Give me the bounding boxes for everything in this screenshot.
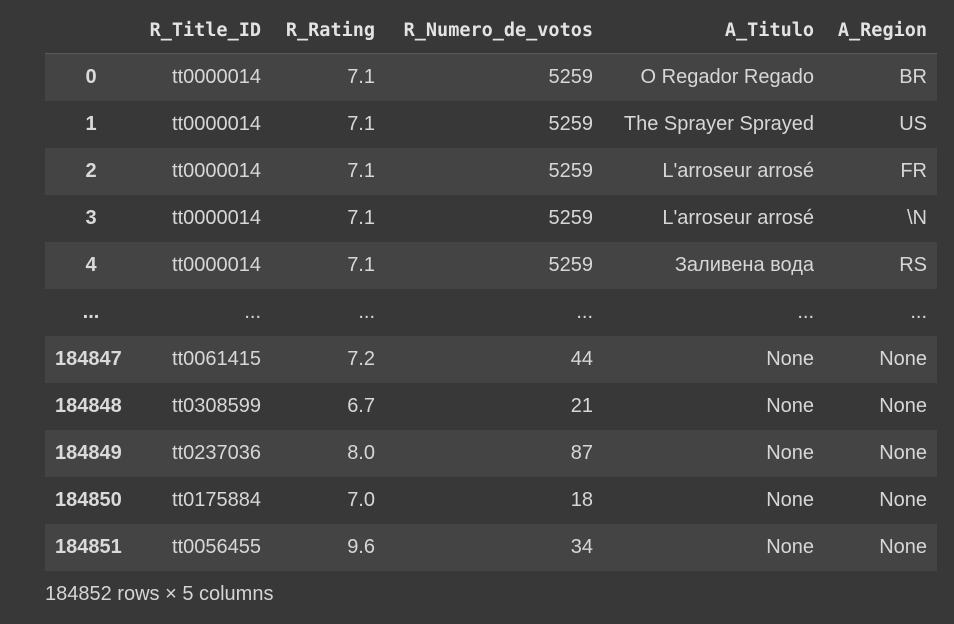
row-index: 0	[85, 65, 97, 88]
table-row: 1 tt0000014 7.1 5259 The Sprayer Sprayed US	[45, 100, 937, 148]
table-row: 184848 tt0308599 6.7 21 None None	[45, 382, 937, 430]
column-header-a-titulo: A_Titulo	[603, 8, 824, 54]
cell-a-titulo: None	[766, 535, 814, 558]
cell-r-numero-de-votos: 34	[570, 535, 593, 558]
column-header-r-title-id: R_Title_ID	[137, 8, 271, 54]
row-index: 184851	[55, 535, 122, 558]
table-header: R_Title_ID R_Rating R_Numero_de_votos A_…	[45, 8, 937, 54]
cell-a-titulo: None	[766, 488, 814, 511]
cell-r-title-id: tt0308599	[172, 394, 261, 417]
cell-a-titulo: None	[766, 394, 814, 417]
cell-r-rating: 7.2	[347, 347, 375, 370]
column-header-a-region: A_Region	[824, 8, 937, 54]
cell-r-numero-de-votos: 5259	[548, 65, 594, 88]
cell-r-rating: 7.1	[347, 206, 375, 229]
row-index: ...	[82, 300, 100, 323]
cell-a-titulo: ...	[797, 300, 814, 323]
table-row: 184850 tt0175884 7.0 18 None None	[45, 476, 937, 524]
cell-r-title-id: tt0000014	[172, 253, 261, 276]
cell-a-titulo: The Sprayer Sprayed	[623, 112, 814, 135]
cell-a-region: US	[899, 112, 927, 135]
column-header-r-rating: R_Rating	[271, 8, 385, 54]
cell-a-region: BR	[899, 65, 927, 88]
dataframe-output: R_Title_ID R_Rating R_Numero_de_votos A_…	[45, 8, 937, 571]
cell-a-region: FR	[900, 159, 927, 182]
table-row: 184847 tt0061415 7.2 44 None None	[45, 335, 937, 383]
index-header	[45, 8, 137, 54]
cell-r-rating: ...	[358, 300, 375, 323]
dataframe-table: R_Title_ID R_Rating R_Numero_de_votos A_…	[45, 8, 937, 571]
cell-r-rating: 9.6	[347, 535, 375, 558]
cell-r-title-id: tt0000014	[172, 112, 261, 135]
dataframe-shape-summary: 184852 rows × 5 columns	[45, 583, 274, 605]
cell-r-title-id: ...	[244, 300, 261, 323]
cell-r-title-id: tt0061415	[172, 347, 261, 370]
cell-a-region: None	[879, 535, 927, 558]
cell-r-numero-de-votos: 18	[570, 488, 593, 511]
cell-a-region: RS	[899, 253, 927, 276]
cell-r-title-id: tt0056455	[172, 535, 261, 558]
table-row: 4 tt0000014 7.1 5259 Заливена вода RS	[45, 241, 937, 289]
header-row: R_Title_ID R_Rating R_Numero_de_votos A_…	[45, 8, 937, 54]
row-index: 2	[85, 159, 97, 182]
cell-a-titulo: Заливена вода	[674, 253, 814, 276]
cell-a-titulo: L'arroseur arrosé	[662, 159, 814, 182]
cell-a-region: None	[879, 441, 927, 464]
cell-r-rating: 6.7	[347, 394, 375, 417]
row-index: 184850	[55, 488, 122, 511]
table-row: 184851 tt0056455 9.6 34 None None	[45, 523, 937, 571]
cell-a-titulo: None	[766, 347, 814, 370]
cell-a-titulo: None	[766, 441, 814, 464]
cell-a-region: None	[879, 347, 927, 370]
cell-r-numero-de-votos: 5259	[548, 112, 594, 135]
cell-r-title-id: tt0000014	[172, 206, 261, 229]
cell-r-numero-de-votos: 5259	[548, 253, 594, 276]
table-body: 0 tt0000014 7.1 5259 O Regador Regado BR 1 tt00…	[45, 53, 937, 571]
cell-r-title-id: tt0237036	[172, 441, 261, 464]
table-row: 3 tt0000014 7.1 5259 L'arroseur arrosé \N	[45, 194, 937, 242]
cell-r-rating: 7.0	[347, 488, 375, 511]
cell-a-titulo: O Regador Regado	[640, 65, 814, 88]
cell-r-rating: 7.1	[347, 65, 375, 88]
row-index: 3	[85, 206, 97, 229]
cell-r-numero-de-votos: ...	[576, 300, 593, 323]
cell-r-rating: 7.1	[347, 253, 375, 276]
row-index: 4	[85, 253, 97, 276]
row-index: 184848	[55, 394, 122, 417]
cell-r-numero-de-votos: 44	[570, 347, 593, 370]
cell-r-title-id: tt0000014	[172, 159, 261, 182]
cell-r-numero-de-votos: 21	[570, 394, 593, 417]
cell-a-region: None	[879, 488, 927, 511]
row-index: 1	[85, 112, 97, 135]
cell-a-titulo: L'arroseur arrosé	[662, 206, 814, 229]
table-row: 184849 tt0237036 8.0 87 None None	[45, 429, 937, 477]
cell-r-rating: 7.1	[347, 112, 375, 135]
table-row: 0 tt0000014 7.1 5259 O Regador Regado BR	[45, 53, 937, 101]
row-index: 184847	[55, 347, 122, 370]
cell-r-numero-de-votos: 5259	[548, 206, 594, 229]
table-row: ..................	[45, 288, 937, 336]
cell-r-title-id: tt0000014	[172, 65, 261, 88]
table-row: 2 tt0000014 7.1 5259 L'arroseur arrosé FR	[45, 147, 937, 195]
cell-a-region: None	[879, 394, 927, 417]
cell-r-title-id: tt0175884	[172, 488, 261, 511]
cell-a-region: \N	[907, 206, 927, 229]
cell-a-region: ...	[910, 300, 927, 323]
cell-r-rating: 8.0	[347, 441, 375, 464]
cell-r-rating: 7.1	[347, 159, 375, 182]
column-header-r-numero-de-votos: R_Numero_de_votos	[385, 8, 603, 54]
cell-r-numero-de-votos: 5259	[548, 159, 594, 182]
row-index: 184849	[55, 441, 122, 464]
cell-r-numero-de-votos: 87	[570, 441, 593, 464]
